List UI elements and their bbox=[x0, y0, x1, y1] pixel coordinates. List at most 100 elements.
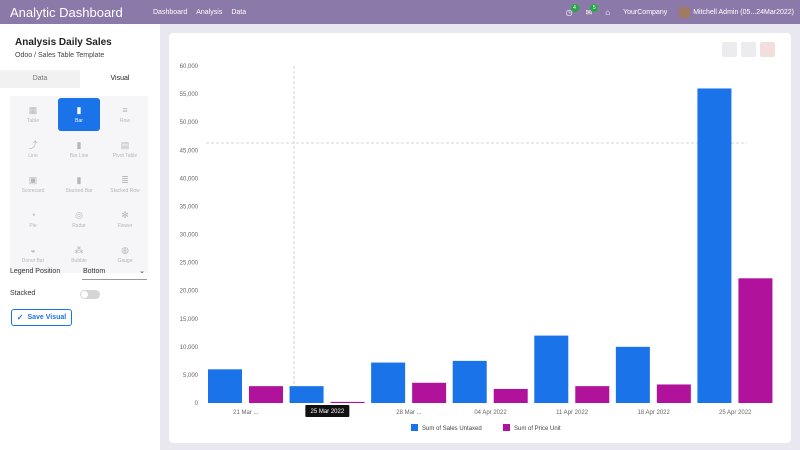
y-tick-label: 0 bbox=[195, 401, 199, 407]
menu-analysis[interactable]: Analysis bbox=[196, 9, 222, 16]
app-title[interactable]: Analytic Dashboard bbox=[10, 5, 153, 20]
y-tick-label: 50,000 bbox=[180, 120, 199, 126]
chart-type-flower[interactable]: ✻ Flower bbox=[104, 203, 146, 236]
activity-icon[interactable]: ◷ 4 bbox=[566, 3, 579, 17]
x-tick-label: 04 Apr 2022 bbox=[474, 410, 507, 416]
breadcrumb: Odoo / Sales Table Template bbox=[15, 52, 105, 59]
chevron-down-icon: ⌄ bbox=[139, 268, 145, 275]
toggle-knob bbox=[81, 291, 88, 298]
messages-badge: 5 bbox=[590, 3, 599, 12]
visual-config-panel: Analysis Daily Sales Odoo / Sales Table … bbox=[0, 24, 160, 450]
chart-type-pie[interactable]: ◔ Pie bbox=[12, 203, 54, 236]
bar-price-unit bbox=[412, 382, 447, 403]
tab-data[interactable]: Data bbox=[0, 70, 80, 88]
legend-label: Sum of Sales Untaxed bbox=[422, 426, 482, 432]
avatar[interactable] bbox=[679, 6, 691, 18]
bar-line-icon: ▮ bbox=[76, 140, 82, 150]
chart-type-table[interactable]: ▦ Table bbox=[12, 98, 54, 131]
bar-chart-icon: ▮ bbox=[76, 105, 82, 115]
check-icon: ✓ bbox=[16, 313, 24, 322]
chart-type-grid: ▦ Table ▮ Bar ≡ Row ⤴ Line ▮ Bar Line ▤ Pivot Table… bbox=[10, 96, 148, 273]
tab-visual[interactable]: Visual bbox=[80, 70, 160, 88]
chart-type-radar[interactable]: ◎ Radar bbox=[58, 203, 100, 236]
company-switcher[interactable]: YourCompany bbox=[623, 9, 667, 16]
bar-price-unit bbox=[330, 401, 365, 403]
stacked-toggle[interactable] bbox=[80, 290, 100, 299]
line-chart-icon: ⤴ bbox=[28, 140, 38, 150]
messages-icon[interactable]: ✉ 5 bbox=[586, 3, 599, 17]
legend-swatch bbox=[411, 424, 418, 431]
legend-position-value: Bottom bbox=[83, 268, 106, 275]
chart-type-stacked-row[interactable]: ≣ Stacked Row bbox=[104, 168, 146, 201]
legend-swatch bbox=[503, 424, 510, 431]
scorecard-icon: ▣ bbox=[28, 175, 38, 185]
stacked-bar-icon: ▮ bbox=[76, 175, 82, 185]
bar-sales-untaxed bbox=[697, 88, 732, 403]
y-tick-label: 35,000 bbox=[180, 204, 199, 210]
bar-sales-untaxed bbox=[452, 360, 487, 403]
legend-position-label: Legend Position bbox=[10, 268, 61, 275]
bar-price-unit bbox=[656, 384, 691, 403]
top-navbar: Analytic Dashboard Dashboard Analysis Da… bbox=[0, 0, 800, 24]
y-tick-label: 45,000 bbox=[180, 148, 199, 154]
bar-price-unit bbox=[738, 278, 773, 403]
stacked-row-icon: ≣ bbox=[121, 175, 129, 185]
navbar-systray: ◷ 4 ✉ 5 ⌂ YourCompany Mitchell Admin (05..… bbox=[566, 0, 794, 24]
chart-type-label: Pivot Table bbox=[112, 153, 138, 159]
chart-type-label: Donut Bar bbox=[21, 258, 45, 264]
page-title: Analysis Daily Sales bbox=[15, 37, 112, 48]
chart-type-line[interactable]: ⤴ Line bbox=[12, 133, 54, 166]
tooltip-text: 25 Mar 2022 bbox=[311, 409, 345, 415]
chart-type-label: Flower bbox=[117, 223, 133, 229]
chart-type-label: Row bbox=[119, 118, 130, 124]
company-icon: ⌂ bbox=[605, 7, 611, 17]
chart-type-label: Pie bbox=[29, 223, 37, 229]
config-tabs: Data Visual bbox=[0, 70, 160, 88]
bubble-icon: ⁂ bbox=[74, 245, 84, 255]
legend-position-row: Legend Position Bottom ⌄ bbox=[10, 266, 147, 280]
pie-icon: ◔ bbox=[30, 210, 36, 220]
radar-icon: ◎ bbox=[75, 210, 83, 220]
x-tick-label: 28 Mar ... bbox=[396, 410, 422, 416]
bar-sales-untaxed bbox=[289, 386, 324, 403]
y-tick-label: 10,000 bbox=[180, 345, 199, 351]
y-tick-label: 25,000 bbox=[180, 261, 199, 267]
pivot-icon: ▤ bbox=[120, 140, 130, 150]
save-visual-label: Save Visual bbox=[27, 314, 67, 321]
bar-sales-untaxed bbox=[371, 362, 406, 403]
chart-type-label: Bar Line bbox=[69, 153, 89, 159]
chart-type-bar-line[interactable]: ▮ Bar Line bbox=[58, 133, 100, 166]
chart-type-label: Bubble bbox=[71, 258, 87, 264]
bar-chart: 0 5,000 10,000 15,000 20,000 25,000 30,000 35,0… bbox=[180, 64, 773, 432]
gauge-icon: ◍ bbox=[121, 245, 129, 255]
y-tick-label: 30,000 bbox=[180, 233, 199, 239]
chart-type-bar[interactable]: ▮ Bar bbox=[58, 98, 100, 131]
bar-sales-untaxed bbox=[208, 369, 242, 403]
flower-icon: ✻ bbox=[121, 210, 129, 220]
stacked-label: Stacked bbox=[10, 290, 36, 297]
x-tick-label: 25 Apr 2022 bbox=[719, 410, 752, 416]
chart-type-label: Stacked Row bbox=[110, 188, 140, 194]
menu-data[interactable]: Data bbox=[231, 9, 246, 16]
chart-type-label: Scorecard bbox=[21, 188, 45, 194]
chart-card: 0 5,000 10,000 15,000 20,000 25,000 30,000 35,0… bbox=[169, 33, 791, 443]
y-tick-label: 15,000 bbox=[180, 317, 199, 323]
user-menu[interactable]: Mitchell Admin (05...24Mar2022) bbox=[693, 9, 794, 16]
save-visual-button[interactable]: ✓ Save Visual bbox=[11, 309, 72, 326]
menu-dashboard[interactable]: Dashboard bbox=[153, 9, 187, 16]
chart-type-row[interactable]: ≡ Row bbox=[104, 98, 146, 131]
bar-sales-untaxed bbox=[615, 346, 650, 403]
chart-type-scorecard[interactable]: ▣ Scorecard bbox=[12, 168, 54, 201]
chart-type-stacked-bar[interactable]: ▮ Stacked Bar bbox=[58, 168, 100, 201]
chart-type-label: Stacked Bar bbox=[65, 188, 93, 194]
chart-type-label: Gauge bbox=[117, 258, 133, 264]
legend-position-select[interactable]: Bottom ⌄ bbox=[82, 266, 147, 280]
chart-type-pivot-table[interactable]: ▤ Pivot Table bbox=[104, 133, 146, 166]
bar-price-unit bbox=[575, 386, 610, 403]
x-tick-label: 11 Apr 2022 bbox=[556, 410, 589, 416]
y-tick-label: 20,000 bbox=[180, 289, 199, 295]
chart-type-label: Line bbox=[28, 153, 38, 159]
y-tick-label: 55,000 bbox=[180, 92, 199, 98]
x-tick-label: 21 Mar ... bbox=[233, 410, 259, 416]
chart-type-label: Table bbox=[27, 118, 39, 124]
